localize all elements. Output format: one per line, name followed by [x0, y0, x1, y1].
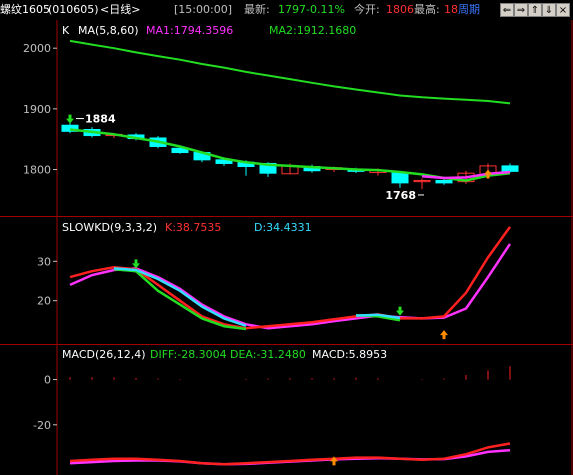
main-price-panel: K MA(5,8,60) MA1:1794.3596 MA2:1912.1680 — [62, 24, 356, 37]
high-marker-icon — [66, 114, 74, 124]
kline-chart[interactable]: K MA(5,8,60) MA1:1794.3596 MA2:1912.1680… — [0, 20, 573, 475]
arrow-up-icon[interactable]: ⇑ — [528, 3, 542, 17]
y-tick-label: 20 — [37, 295, 51, 308]
bear-candle — [435, 179, 453, 184]
high-annotation-label: 1884 — [85, 113, 116, 126]
high-label: 最高: — [414, 3, 440, 16]
close-icon[interactable]: × — [556, 3, 570, 17]
bear-candle — [501, 165, 519, 172]
kd-sell-signal-icon — [396, 306, 404, 316]
quote-header: 螺纹1605 (010605) <日线> [15:00:00] 最新: 1797… — [0, 0, 573, 20]
code-label: (010605) — [48, 3, 99, 16]
macd-panel: MACD(26,12,4) DIFF:-28.3004 DEA:-31.2480… — [62, 348, 387, 361]
d-label: D:34.4331 — [254, 221, 312, 234]
kd-panel: SLOWKD(9,3,3,2) K:38.7535 D:34.4331 — [62, 221, 312, 234]
week-button[interactable]: 周期 — [458, 0, 480, 20]
y-tick-label: 30 — [37, 255, 51, 268]
arrow-right-icon[interactable]: ⇒ — [514, 3, 528, 17]
high-value: 18 — [444, 3, 458, 16]
macd-value-label: MACD:5.8953 — [312, 348, 387, 361]
macd-legend: MACD(26,12,4) — [62, 348, 146, 361]
ma60-series-line — [69, 39, 511, 105]
low-annotation-label: 1768 — [385, 189, 416, 202]
period-label[interactable]: <日线> — [100, 0, 140, 20]
kd-legend: SLOWKD(9,3,3,2) — [62, 221, 157, 234]
ma1-label: MA1:1794.3596 — [146, 24, 233, 37]
k-label: K:38.7535 — [165, 221, 221, 234]
y-tick-label: 0 — [44, 374, 51, 387]
kd-sell-signal-icon — [132, 259, 140, 269]
time-label: [15:00:00] — [174, 3, 232, 16]
symbol-label: 螺纹1605 — [0, 3, 50, 16]
main-legend-prefix: K — [62, 24, 70, 37]
bear-candle — [391, 172, 409, 184]
y-tick-label: -20 — [33, 419, 51, 432]
y-tick-label: 1800 — [23, 164, 51, 177]
kd-buy-signal-icon — [440, 330, 448, 340]
open-value: 1806 — [386, 3, 414, 16]
arrow-down-icon[interactable]: ⇓ — [542, 3, 556, 17]
k-series-line — [69, 226, 512, 330]
y-tick-label: 2000 — [23, 42, 51, 55]
change-value: -0.11% — [306, 3, 345, 16]
y-tick-label: 1900 — [23, 103, 51, 116]
main-indicator-label: MA(5,8,60) — [78, 24, 139, 37]
latest-value: 1797 — [278, 3, 306, 16]
ma2-label: MA2:1912.1680 — [269, 24, 356, 37]
diff-label: DIFF:-28.3004 — [150, 348, 227, 361]
dea-label: DEA:-31.2480 — [230, 348, 306, 361]
arrow-left-icon[interactable]: ⇐ — [500, 3, 514, 17]
open-label: 今开: — [354, 3, 380, 16]
latest-label: 最新: — [244, 3, 270, 16]
